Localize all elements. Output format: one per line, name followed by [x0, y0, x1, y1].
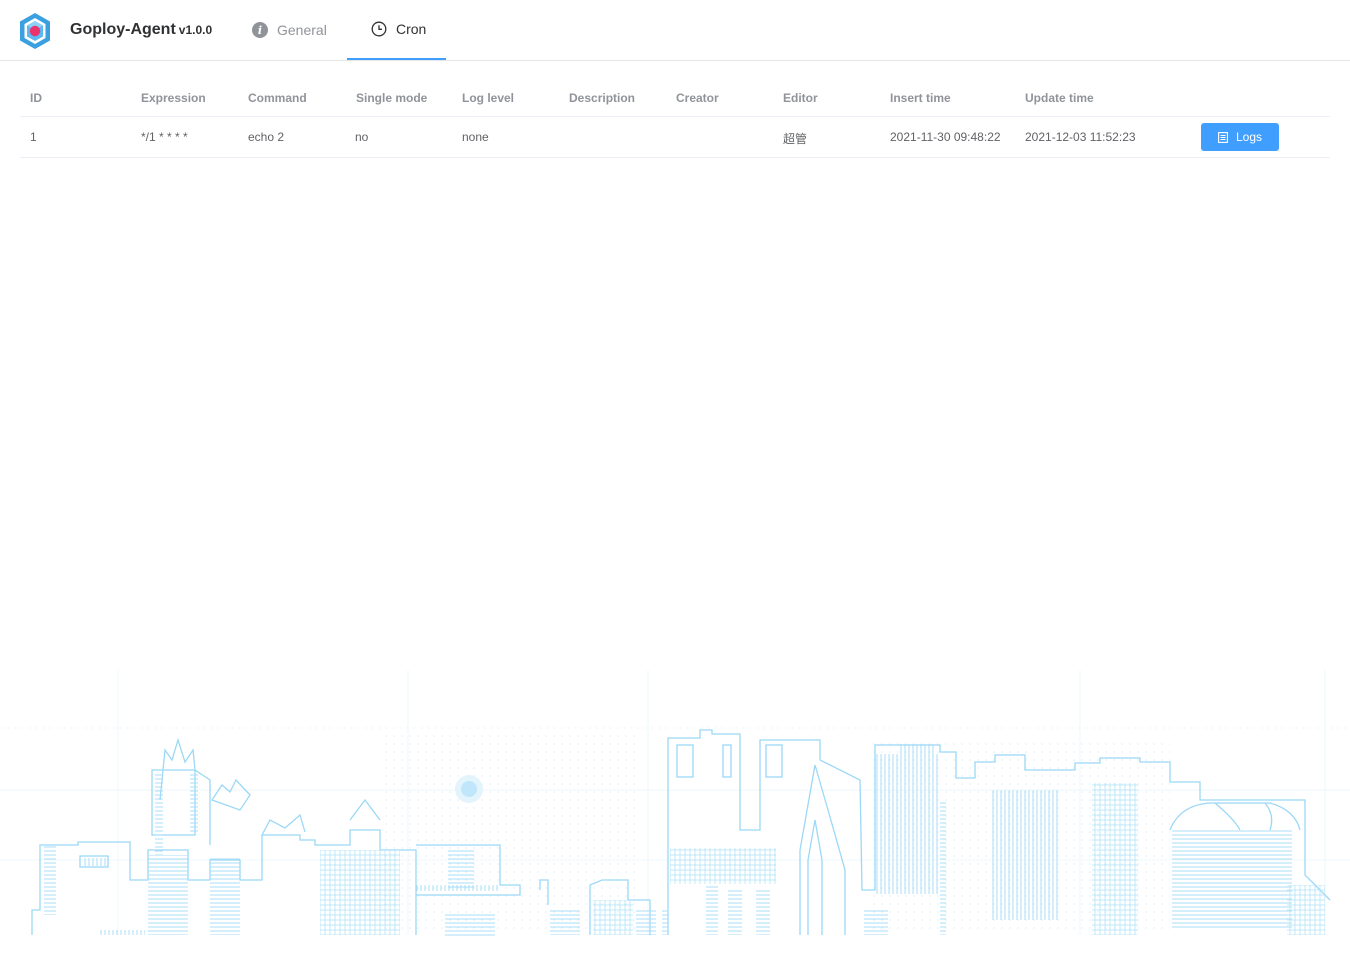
table-row[interactable]: 1 */1 * * * * echo 2 no none 超管 2021-11-… — [20, 117, 1330, 158]
cell-update-time: 2021-12-03 11:52:23 — [1025, 130, 1136, 144]
app-version: v1.0.0 — [178, 23, 213, 37]
goploy-logo-icon — [20, 13, 50, 49]
city-skyline-illustration — [0, 670, 1350, 936]
clock-icon — [370, 20, 388, 38]
document-icon — [1218, 131, 1228, 143]
tab-general-label: General — [277, 22, 327, 38]
column-header-id[interactable]: ID — [30, 91, 42, 105]
column-header-description[interactable]: Description — [569, 91, 635, 105]
app-name: Goploy-Agent — [70, 21, 176, 38]
table-header: ID Expression Command Single mode Log le… — [20, 78, 1330, 117]
column-header-log-level[interactable]: Log level — [462, 91, 514, 105]
app-title: Goploy-Agent v1.0.0 — [70, 21, 212, 39]
cell-log-level: none — [462, 130, 489, 144]
column-header-creator[interactable]: Creator — [676, 91, 719, 105]
cron-table: ID Expression Command Single mode Log le… — [20, 78, 1330, 158]
cell-expression: */1 * * * * — [141, 130, 188, 144]
cell-single-mode: no — [355, 130, 369, 144]
cell-command: echo 2 — [248, 130, 285, 144]
top-navbar: Goploy-Agent v1.0.0 i General Cron — [0, 0, 1350, 61]
tab-general[interactable]: i General — [251, 0, 347, 60]
info-icon: i — [251, 21, 269, 39]
cell-insert-time: 2021-11-30 09:48:22 — [890, 130, 1001, 144]
logs-button[interactable]: Logs — [1201, 123, 1279, 151]
cell-editor: 超管 — [783, 132, 808, 146]
tab-cron-label: Cron — [396, 21, 427, 37]
column-header-expression[interactable]: Expression — [141, 91, 206, 105]
svg-text:i: i — [258, 24, 262, 37]
cell-id: 1 — [30, 130, 37, 144]
logs-button-label: Logs — [1235, 130, 1263, 144]
tab-cron[interactable]: Cron — [347, 0, 446, 60]
column-header-editor[interactable]: Editor — [783, 91, 818, 105]
column-header-update-time[interactable]: Update time — [1025, 91, 1094, 105]
column-header-command[interactable]: Command — [248, 91, 307, 105]
column-header-single-mode[interactable]: Single mode — [356, 91, 427, 105]
column-header-insert-time[interactable]: Insert time — [890, 91, 951, 105]
